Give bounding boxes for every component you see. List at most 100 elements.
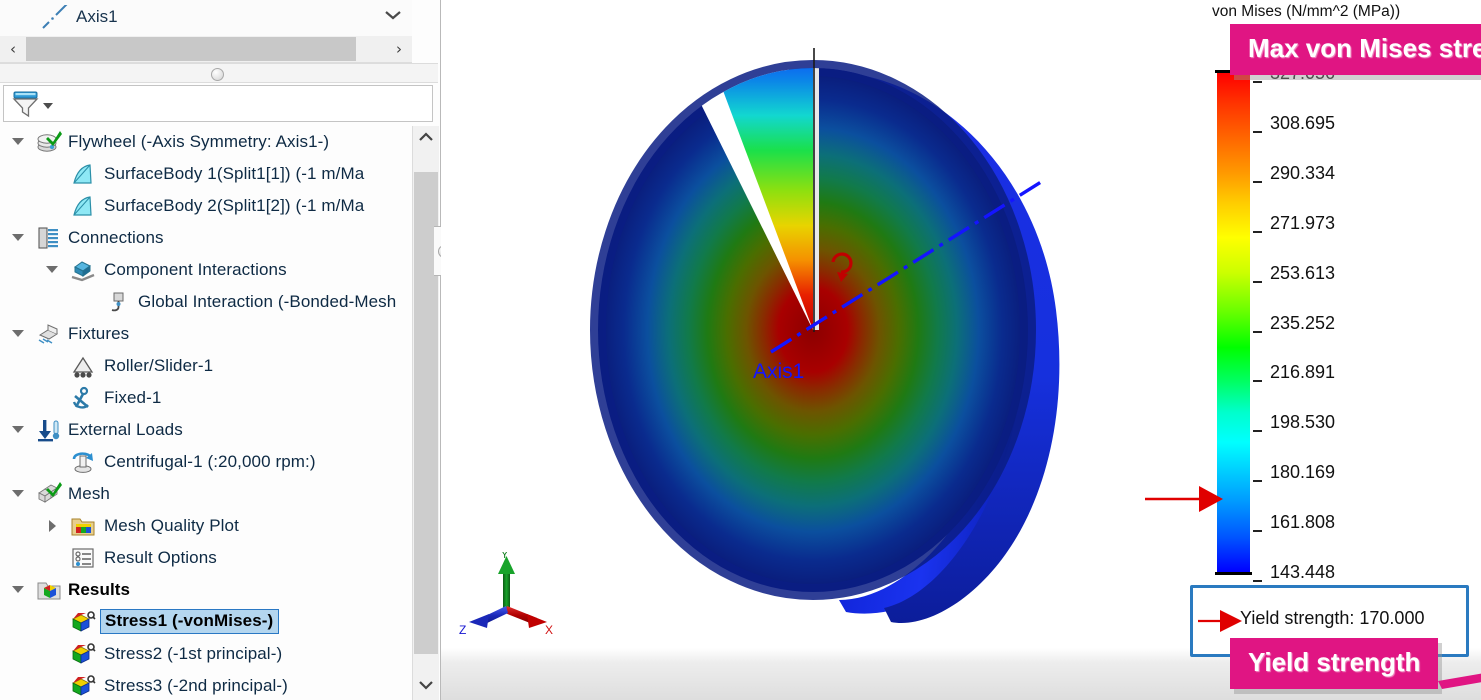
color-legend: von Mises (N/mm^2 (MPa)) 327.056308.6952…	[1145, 0, 1481, 700]
legend-tick-label: 290.334	[1270, 162, 1336, 183]
stress-plot-icon	[70, 642, 96, 667]
axis1-label: Axis1	[753, 360, 804, 383]
tree-item-external-loads[interactable]: External Loads	[0, 414, 412, 446]
legend-tick-label: 253.613	[1270, 262, 1336, 283]
callout-yield-box: Yield strength	[1230, 638, 1481, 689]
simulation-study-tree: Flywheel (-Axis Symmetry: Axis1-) Surfac…	[0, 126, 412, 700]
tree-item-label: Fixed-1	[104, 388, 162, 407]
legend-tick-label: 235.252	[1270, 312, 1336, 333]
twisty-expanded-icon[interactable]	[10, 414, 26, 446]
mesh-check-icon	[36, 482, 62, 507]
tree-item-fixtures[interactable]: Fixtures	[0, 318, 412, 350]
scroll-left-arrow[interactable]: ‹	[0, 36, 26, 62]
callout-max-von-mises-stress: Max von Mises stress	[1230, 24, 1481, 75]
legend-tick-label: 198.530	[1270, 412, 1336, 433]
twisty-expanded-icon[interactable]	[10, 318, 26, 350]
surface-body-icon	[70, 162, 96, 187]
tree-item-label: Stress1 (-vonMises-)	[100, 609, 280, 634]
tree-item-label: Stress2 (-1st principal-)	[104, 644, 283, 663]
horizontal-scrollbar-thumb[interactable]	[26, 37, 356, 61]
tree-item-global-interaction-bonded-mesh[interactable]: Global Interaction (-Bonded-Mesh	[0, 286, 412, 318]
filter-funnel-icon[interactable]	[11, 90, 41, 123]
scroll-right-arrow[interactable]: ›	[386, 36, 412, 62]
horizontal-scrollbar[interactable]: ‹ ›	[0, 36, 412, 63]
tree-item-results[interactable]: Results	[0, 574, 412, 606]
tree-item-flywheel-axis-symmetry-axis1[interactable]: Flywheel (-Axis Symmetry: Axis1-)	[0, 126, 412, 158]
fixtures-icon	[36, 322, 62, 347]
legend-tick-label: 308.695	[1270, 112, 1336, 133]
tree-item-label: SurfaceBody 1(Split1[1]) (-1 m/Ma	[104, 164, 365, 183]
chevron-down-icon[interactable]	[380, 8, 406, 28]
tree-item-fixed-1[interactable]: Fixed-1	[0, 382, 412, 414]
tree-vertical-scrollbar[interactable]	[412, 126, 439, 700]
tree-item-label: Fixtures	[68, 324, 130, 343]
tree-item-mesh-quality-plot[interactable]: Mesh Quality Plot	[0, 510, 412, 542]
stress-plot-icon	[70, 674, 96, 699]
tree-item-roller-slider-1[interactable]: Roller/Slider-1	[0, 350, 412, 382]
legend-tick-label: 143.448	[1270, 562, 1336, 582]
tree-item-stress2-1st-principal[interactable]: Stress2 (-1st principal-)	[0, 638, 412, 670]
connections-bolt-icon	[36, 226, 62, 251]
filter-bar[interactable]	[3, 85, 433, 122]
svg-text:Z: Z	[459, 623, 466, 637]
tree-item-label: Roller/Slider-1	[104, 356, 214, 375]
tree-item-label: External Loads	[68, 420, 183, 439]
tree-item-mesh[interactable]: Mesh	[0, 478, 412, 510]
tree-item-component-interactions[interactable]: Component Interactions	[0, 254, 412, 286]
graphics-viewport[interactable]: Axis1 Y X Z von Mises (N/mm^2 (MPa)) 327…	[441, 0, 1481, 700]
tree-item-label: Flywheel (-Axis Symmetry: Axis1-)	[68, 132, 330, 151]
twisty-expanded-icon[interactable]	[44, 254, 60, 286]
twisty-collapsed-icon[interactable]	[44, 510, 60, 542]
tree-item-stress3-2nd-principal[interactable]: Stress3 (-2nd principal-)	[0, 670, 412, 700]
tree-item-centrifugal-1-20-000-rpm[interactable]: Centrifugal-1 (:20,000 rpm:)	[0, 446, 412, 478]
tree-stub-row[interactable]: Axis1	[0, 0, 412, 37]
legend-tick-label: 161.808	[1270, 512, 1336, 533]
tree-item-label: Centrifugal-1 (:20,000 rpm:)	[104, 452, 316, 471]
filter-dropdown-caret-icon[interactable]	[43, 103, 53, 109]
tree-item-label: Connections	[68, 228, 164, 247]
tree-item-stress1-vonmises[interactable]: Stress1 (-vonMises-)	[0, 606, 412, 638]
scroll-up-arrow[interactable]	[413, 126, 439, 152]
tree-item-label: Component Interactions	[104, 260, 287, 279]
tree-item-surfacebody-2-split1-2-1-m-ma[interactable]: SurfaceBody 2(Split1[2]) (-1 m/Ma	[0, 190, 412, 222]
callout-max-box: Max von Mises stress	[1230, 24, 1481, 75]
panel-splitter-horizontal[interactable]	[0, 63, 438, 83]
legend-tick-label: 180.169	[1270, 462, 1336, 483]
external-loads-icon	[36, 418, 62, 443]
axis-icon	[40, 1, 74, 31]
tree-item-label: Result Options	[104, 548, 217, 567]
tree-item-surfacebody-1-split1-1-1-m-ma[interactable]: SurfaceBody 1(Split1[1]) (-1 m/Ma	[0, 158, 412, 190]
svg-text:X: X	[545, 623, 553, 637]
callout-yield-strength: Yield strength	[1230, 638, 1481, 689]
callout-max-label: Max von Mises stress	[1248, 33, 1481, 63]
component-interactions-icon	[70, 258, 96, 283]
svg-text:Y: Y	[501, 552, 509, 561]
centrifugal-icon	[70, 450, 96, 475]
global-interaction-icon	[106, 290, 132, 315]
tree-item-label: Stress3 (-2nd principal-)	[104, 676, 288, 695]
tree-item-connections[interactable]: Connections	[0, 222, 412, 254]
stub-axis-label: Axis1	[76, 7, 118, 26]
results-folder-icon	[36, 578, 62, 603]
tree-item-label: Global Interaction (-Bonded-Mesh	[138, 292, 397, 311]
fixed-anchor-icon	[70, 386, 96, 411]
coordinate-triad: Y X Z	[459, 552, 553, 637]
twisty-expanded-icon[interactable]	[10, 126, 26, 158]
twisty-expanded-icon[interactable]	[10, 222, 26, 254]
study-check-icon	[36, 130, 62, 155]
scroll-down-arrow[interactable]	[413, 674, 439, 700]
tree-item-result-options[interactable]: Result Options	[0, 542, 412, 574]
tree-item-label: Mesh	[68, 484, 110, 503]
callout-yield-arrow-icon	[1438, 673, 1481, 689]
mesh-quality-folder-icon	[70, 514, 96, 539]
feature-manager-panel: Axis1 ‹ › Flywheel (-Axis Symmetry: Axis…	[0, 0, 441, 700]
twisty-expanded-icon[interactable]	[10, 478, 26, 510]
legend-tick-label: 216.891	[1270, 362, 1336, 383]
twisty-expanded-icon[interactable]	[10, 574, 26, 606]
stress-plot-icon	[70, 610, 96, 635]
callout-yield-label: Yield strength	[1248, 647, 1421, 677]
tree-item-label: Results	[68, 580, 131, 599]
result-options-icon	[70, 546, 96, 571]
tree-item-label: SurfaceBody 2(Split1[2]) (-1 m/Ma	[104, 196, 365, 215]
splitter-grip-dot[interactable]	[211, 68, 224, 81]
